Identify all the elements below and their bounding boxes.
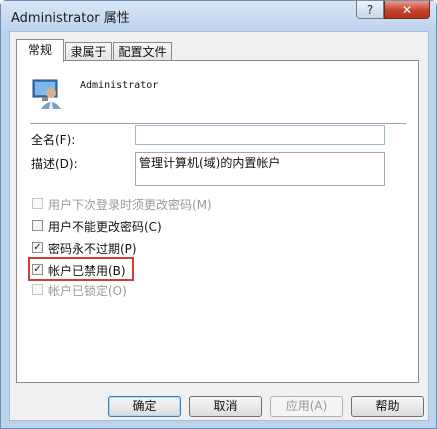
general-tab-panel: Administrator 全名(F): 描述(D): 管理计算机(域)的内置帐… [16, 60, 419, 383]
tab-general[interactable]: 常规 [16, 39, 64, 62]
title-bar: Administrator 属性 ? ✕ [1, 1, 436, 31]
tab-profile[interactable]: 配置文件 [113, 42, 172, 61]
user-name: Administrator [80, 80, 159, 91]
close-button[interactable]: ✕ [384, 1, 430, 19]
window-title: Administrator 属性 [11, 11, 130, 26]
checkbox-label: 用户下次登录时须更改密码(M) [48, 198, 212, 212]
apply-button[interactable]: 应用(A) [270, 396, 343, 417]
checkbox-label: 密码永不过期(P) [48, 242, 137, 256]
help-button[interactable]: 帮助 [351, 396, 424, 417]
help-caption-button[interactable]: ? [356, 1, 384, 19]
cancel-button[interactable]: 取消 [189, 396, 262, 417]
description-label: 描述(D): [31, 157, 78, 171]
divider [30, 123, 406, 124]
checkmark-icon[interactable]: ✓ [32, 242, 43, 253]
properties-dialog: Administrator 属性 ? ✕ 常规 隶属于 配置文件 Adminis… [0, 0, 437, 429]
checkbox-label: 帐户已锁定(O) [48, 284, 127, 298]
checkbox-box[interactable] [32, 284, 43, 295]
fullname-label: 全名(F): [31, 133, 76, 147]
checkbox-box[interactable] [32, 198, 43, 209]
dialog-client-area: 常规 隶属于 配置文件 Administrator 全名(F): 描述(D): … [9, 31, 429, 421]
checkbox-box[interactable] [32, 220, 43, 231]
description-field[interactable]: 管理计算机(域)的内置帐户 [135, 152, 385, 186]
red-highlight-box [28, 257, 134, 281]
checkbox-label: 用户不能更改密码(C) [48, 220, 162, 234]
fullname-field[interactable] [135, 125, 385, 145]
user-avatar-icon [32, 79, 61, 109]
tab-member-of[interactable]: 隶属于 [65, 42, 112, 61]
ok-button[interactable]: 确定 [108, 396, 181, 417]
